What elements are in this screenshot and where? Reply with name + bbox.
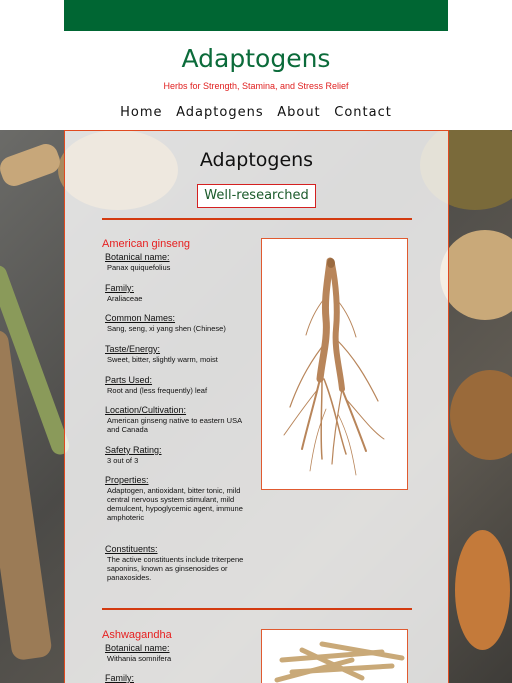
herb-field: Family: Araliaceae <box>105 283 255 303</box>
herb-name: Ashwagandha <box>102 629 172 641</box>
field-label: Location/Cultivation: <box>105 405 187 415</box>
herb-image-frame <box>261 238 408 490</box>
top-banner <box>64 0 448 31</box>
field-label: Parts Used: <box>105 375 153 385</box>
bowl-decoration <box>455 530 510 650</box>
field-label: Constituents: <box>105 544 158 554</box>
site-title: Adaptogens <box>181 44 331 73</box>
nav-home[interactable]: Home <box>120 105 162 120</box>
field-value: The active constituents include triterpe… <box>107 555 244 582</box>
bowl-decoration <box>450 370 512 460</box>
ashwagandha-root-icon <box>274 641 405 683</box>
root-decoration <box>0 140 64 190</box>
herb-field: Properties: Adaptogen, antioxidant, bitt… <box>105 475 255 522</box>
herb-field: Family: <box>105 673 255 683</box>
field-value: Sang, seng, xi yang shen (Chinese) <box>107 324 226 333</box>
nav-contact[interactable]: Contact <box>334 105 392 120</box>
field-label: Botanical name: <box>105 643 170 653</box>
field-label: Safety Rating: <box>105 445 162 455</box>
nav-adaptogens[interactable]: Adaptogens <box>176 105 263 120</box>
field-label: Common Names: <box>105 313 176 323</box>
field-label: Taste/Energy: <box>105 344 161 354</box>
ginseng-root-icon <box>283 257 385 476</box>
site-tagline: Herbs for Strength, Stamina, and Stress … <box>163 81 349 91</box>
field-value: American ginseng native to eastern USA a… <box>107 416 242 434</box>
herb-field: Taste/Energy: Sweet, bitter, slightly wa… <box>105 344 255 364</box>
herb-field: Common Names: Sang, seng, xi yang shen (… <box>105 313 255 333</box>
section-divider <box>102 608 412 610</box>
well-researched-badge[interactable]: Well-researched <box>197 184 316 208</box>
herb-field: Parts Used: Root and (less frequently) l… <box>105 375 255 395</box>
field-value: Sweet, bitter, slightly warm, moist <box>107 355 218 364</box>
herb-field: Safety Rating: 3 out of 3 <box>105 445 255 465</box>
herb-image-frame <box>261 629 408 683</box>
field-label: Family: <box>105 673 134 683</box>
content-panel: Adaptogens Well-researched American gins… <box>64 130 449 683</box>
field-value: Withania somnifera <box>107 654 172 663</box>
herbs-background-photo: Adaptogens Well-researched American gins… <box>0 130 512 683</box>
herb-field: Botanical name: Panax quiquefolius <box>105 252 255 272</box>
field-value: Root and (less frequently) leaf <box>107 386 208 395</box>
field-value: Adaptogen, antioxidant, bitter tonic, mi… <box>107 486 243 522</box>
bowl-decoration <box>440 230 512 320</box>
field-label: Botanical name: <box>105 252 170 262</box>
field-value: Araliaceae <box>107 294 143 303</box>
field-value: Panax quiquefolius <box>107 263 171 272</box>
main-nav: Home Adaptogens About Contact <box>0 104 512 120</box>
section-divider <box>102 218 412 220</box>
field-label: Family: <box>105 283 134 293</box>
panel-title: Adaptogens <box>199 149 314 171</box>
field-label: Properties: <box>105 475 149 485</box>
nav-about[interactable]: About <box>277 105 320 120</box>
herb-name: American ginseng <box>102 238 191 250</box>
herb-field: Constituents: The active constituents in… <box>105 544 255 582</box>
herb-field: Location/Cultivation: American ginseng n… <box>105 405 255 434</box>
herb-field: Botanical name: Withania somnifera <box>105 643 255 663</box>
field-value: 3 out of 3 <box>107 456 139 465</box>
